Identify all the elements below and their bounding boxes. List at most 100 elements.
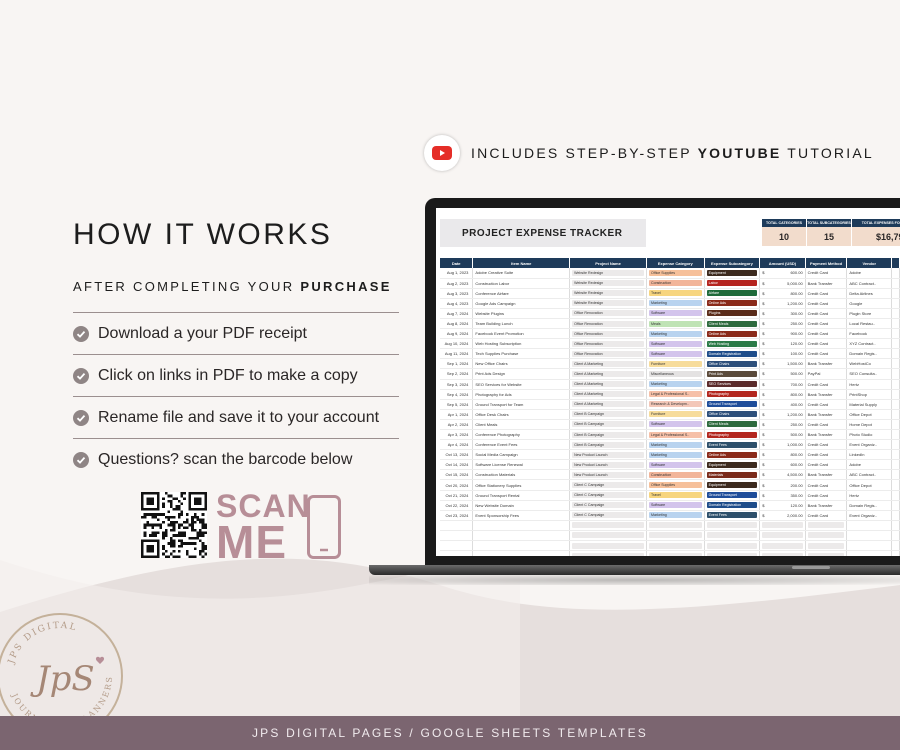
cell-project[interactable]: Client B Campaign	[569, 429, 647, 441]
cell-category[interactable]: Miscellaneous	[646, 368, 705, 380]
cell-subcategory[interactable]: Client Meals	[704, 318, 761, 330]
cell-vendor[interactable]: Adobe	[846, 459, 893, 471]
cell-payment-method[interactable]: Credit Card	[805, 288, 848, 299]
cell-category[interactable]: Construction	[646, 278, 705, 289]
table-row[interactable]: Aug 2, 2023 Construction Labor Website Red…	[440, 278, 900, 289]
cell-category[interactable]: Furniture	[646, 358, 705, 370]
cell-vendor[interactable]: SEO Consulta..	[846, 368, 893, 380]
cell-date[interactable]: Oct 14, 2024	[440, 459, 474, 471]
cell-project[interactable]: Office Renovation	[569, 338, 647, 350]
cell-subcategory[interactable]: Print Ads	[704, 368, 761, 380]
cell-amount[interactable]: $400.00	[759, 399, 806, 410]
cell-date[interactable]: Oct 15, 2024	[440, 469, 474, 481]
empty-cell[interactable]	[472, 520, 571, 531]
cell-item-name[interactable]: Ground Transport Rental	[472, 490, 571, 501]
cell-category[interactable]: Office Supplies	[646, 479, 705, 491]
empty-cell[interactable]	[646, 540, 705, 552]
empty-cell[interactable]	[440, 550, 474, 556]
cell-date[interactable]: Sep 2, 2024	[440, 368, 474, 380]
cell-vendor[interactable]: Domain Regis..	[846, 348, 893, 360]
empty-cell[interactable]	[440, 540, 474, 552]
cell-project[interactable]: Client C Campaign	[569, 500, 647, 511]
cell-amount[interactable]: $250.00	[759, 318, 806, 330]
column-header[interactable]: Item Name	[472, 258, 571, 268]
cell-vendor[interactable]: Google	[846, 298, 893, 309]
empty-cell[interactable]	[646, 550, 705, 556]
empty-cell[interactable]	[759, 550, 806, 556]
empty-cell[interactable]	[569, 520, 647, 531]
cell-date[interactable]: Oct 21, 2024	[440, 490, 474, 501]
empty-cell[interactable]	[846, 530, 893, 542]
cell-payment-method[interactable]: Credit Card	[805, 399, 848, 410]
cell-amount[interactable]: $500.00	[759, 368, 806, 380]
cell-category[interactable]: Furniture	[646, 409, 705, 420]
cell-payment-method[interactable]: Credit Card	[805, 439, 848, 451]
cell-vendor[interactable]: Photo Studio	[846, 429, 893, 441]
cell-category[interactable]: Marketing	[646, 328, 705, 340]
cell-category[interactable]: Office Supplies	[646, 268, 705, 279]
cell-category[interactable]: Marketing	[646, 439, 705, 451]
cell-subcategory[interactable]: Event Fees	[704, 510, 761, 521]
empty-cell[interactable]	[759, 540, 806, 552]
cell-amount[interactable]: $250.00	[759, 419, 806, 431]
cell-project[interactable]: New Product Launch	[569, 449, 647, 461]
cell-vendor[interactable]: Hertz	[846, 490, 893, 501]
cell-payment-method[interactable]: Bank Transfer	[805, 358, 848, 370]
table-row[interactable]: Oct 23, 2024 Event Sponsorship Fees Client…	[440, 510, 900, 521]
cell-subcategory[interactable]: Airfare	[704, 288, 761, 299]
cell-subcategory[interactable]: Office Chairs	[704, 358, 761, 370]
cell-amount[interactable]: $1,200.00	[759, 298, 806, 309]
empty-cell[interactable]	[805, 530, 848, 542]
table-row[interactable]: Aug 7, 2024 Website Plugins Office Renovat…	[440, 308, 900, 319]
table-row[interactable]: Aug 8, 2024 Team Building Lunch Office Ren…	[440, 318, 900, 330]
cell-subcategory[interactable]: Equipment	[704, 479, 761, 491]
empty-cell[interactable]	[891, 540, 900, 552]
cell-payment-method[interactable]: Credit Card	[805, 510, 848, 521]
cell-amount[interactable]: $1,000.00	[759, 439, 806, 451]
cell-payment-method[interactable]: Credit Card	[805, 318, 848, 330]
cell-subcategory[interactable]: Equipment	[704, 268, 761, 279]
column-header[interactable]: Payment Method	[805, 258, 848, 268]
cell-payment-method[interactable]: Bank Transfer	[805, 278, 848, 289]
cell-project[interactable]: Client C Campaign	[569, 490, 647, 501]
cell-payment-method[interactable]: PayPal	[805, 368, 848, 380]
empty-cell[interactable]	[704, 540, 761, 552]
cell-project[interactable]: Client B Campaign	[569, 409, 647, 420]
cell-amount[interactable]: $600.00	[759, 268, 806, 279]
table-row[interactable]: Sep 2, 2024 Print Ads Design Client A Mark…	[440, 368, 900, 380]
cell-item-name[interactable]: New Website Domain	[472, 500, 571, 511]
cell-category[interactable]: Legal & Professional S..	[646, 389, 705, 400]
cell-item-name[interactable]: Construction Materials	[472, 469, 571, 481]
cell-vendor[interactable]: PrintShop	[846, 389, 893, 400]
cell-amount[interactable]: $800.00	[759, 288, 806, 299]
cell-subcategory[interactable]: Web Hosting	[704, 338, 761, 350]
cell-amount[interactable]: $1,200.00	[759, 409, 806, 420]
table-row[interactable]: Apr 4, 2024 Conference Event Fees Client B…	[440, 439, 900, 451]
cell-project[interactable]: Website Redesign	[569, 268, 647, 279]
cell-project[interactable]: Client A Marketing	[569, 399, 647, 410]
cell-item-name[interactable]: Construction Labor	[472, 278, 571, 289]
cell-category[interactable]: Software	[646, 308, 705, 319]
cell-project[interactable]: Client A Marketing	[569, 368, 647, 380]
cell-date[interactable]: Aug 7, 2024	[440, 308, 474, 319]
cell-date[interactable]: Apr 2, 2024	[440, 419, 474, 431]
cell-subcategory[interactable]: Plugins	[704, 308, 761, 319]
cell-project[interactable]: Office Renovation	[569, 308, 647, 319]
cell-project[interactable]: Office Renovation	[569, 348, 647, 360]
cell-payment-method[interactable]: Credit Card	[805, 379, 848, 390]
cell-item-name[interactable]: Office Desk Chairs	[472, 409, 571, 420]
table-row[interactable]: Aug 9, 2024 Facebook Event Promotion Offic…	[440, 328, 900, 340]
cell-subcategory[interactable]: Online Ads	[704, 298, 761, 309]
cell-project[interactable]: New Product Launch	[569, 459, 647, 471]
cell-category[interactable]: Legal & Professional S..	[646, 429, 705, 441]
cell-payment-method[interactable]: Credit Card	[805, 328, 848, 340]
cell-item-name[interactable]: Office Stationery Supplies	[472, 479, 571, 491]
table-row[interactable]: Aug 1, 2023 Adobe Creative Suite Website R…	[440, 268, 900, 279]
cell-category[interactable]: Software	[646, 459, 705, 471]
cell-subcategory[interactable]: Photography	[704, 429, 761, 441]
cell-date[interactable]: Aug 10, 2024	[440, 338, 474, 350]
cell-amount[interactable]: $600.00	[759, 459, 806, 471]
empty-row[interactable]	[440, 540, 900, 552]
cell-amount[interactable]: $300.00	[759, 308, 806, 319]
cell-date[interactable]: Sep 1, 2024	[440, 358, 474, 370]
